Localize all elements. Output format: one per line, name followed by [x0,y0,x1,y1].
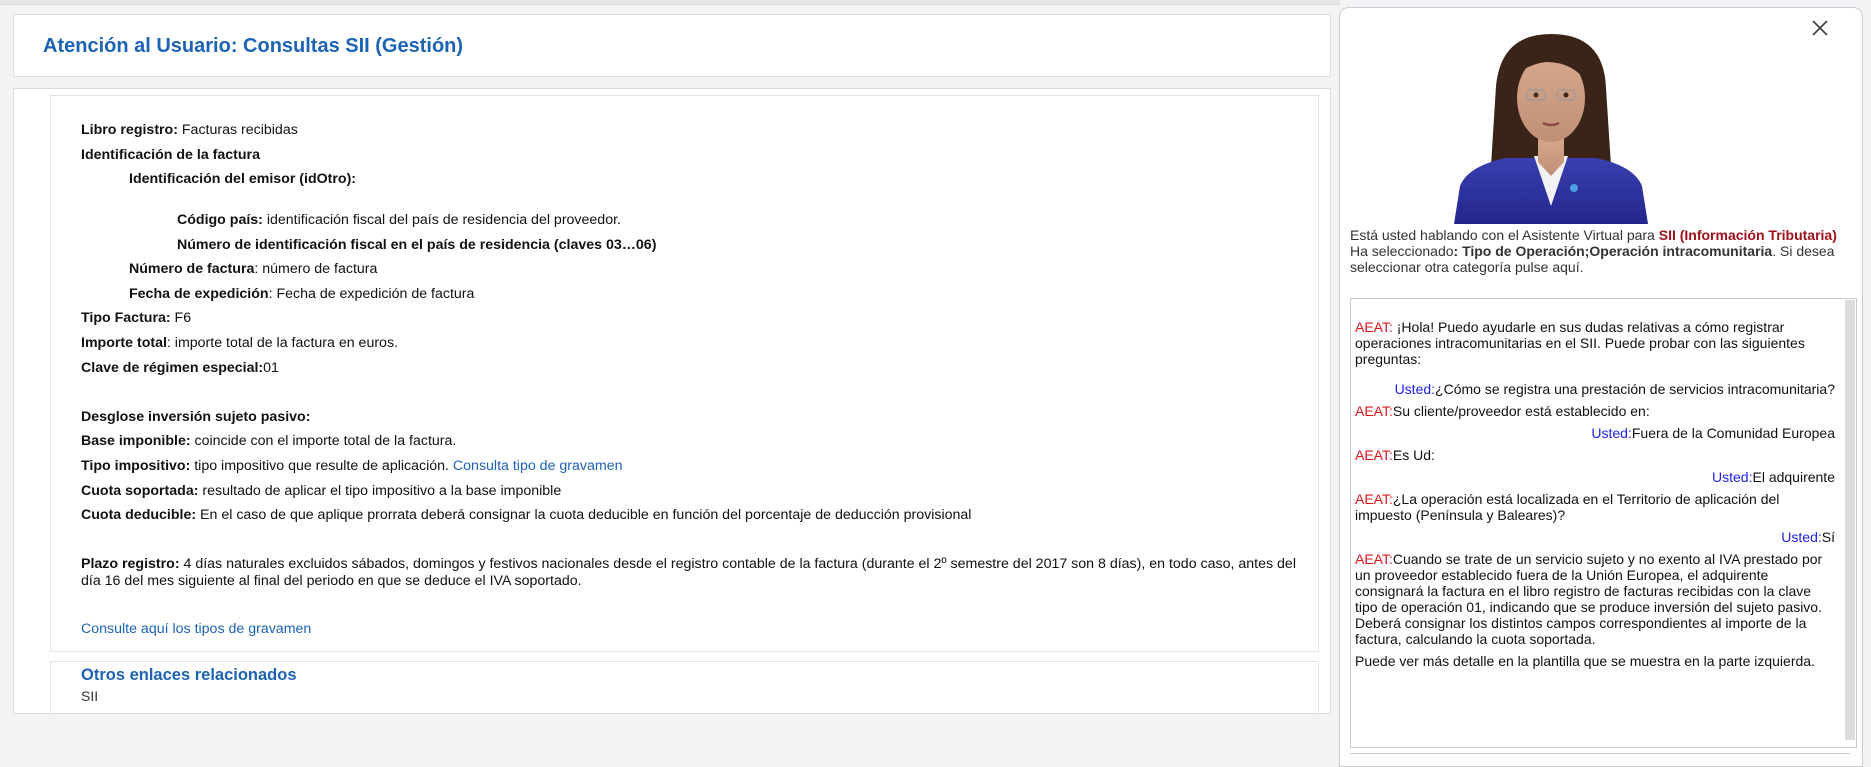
fecha-expedicion-row: Fecha de expedición: Fecha de expedición… [129,286,475,302]
clave-regimen-row: Clave de régimen especial:01 [81,360,279,376]
content-card: Libro registro: Facturas recibidas Ident… [13,88,1331,714]
chat-message-aeat: AEAT: ¡Hola! Puedo ayudarle en sus dudas… [1355,319,1805,367]
tipo-factura-row: Tipo Factura: F6 [81,310,192,326]
consulta-tipo-gravamen-link[interactable]: Consulta tipo de gravamen [453,458,623,474]
base-imponible-row: Base imponible: coincide con el importe … [81,433,457,449]
libro-registro-row: Libro registro: Facturas recibidas [81,122,298,138]
cuota-soportada-row: Cuota soportada: resultado de aplicar el… [81,483,562,499]
top-strip [0,0,1340,5]
chat-scrollbar[interactable] [1845,300,1855,740]
assistant-intro: Está usted hablando con el Asistente Vir… [1350,227,1837,275]
importe-total-row: Importe total: importe total de la factu… [81,335,398,351]
chat-message-user: Usted:Fuera de la Comunidad Europea [1591,425,1835,441]
virtual-assistant-panel: Está usted hablando con el Asistente Vir… [1339,7,1863,767]
chat-input-edge [1350,753,1850,758]
cuota-deducible-row: Cuota deducible: En el caso de que apliq… [81,507,972,523]
numero-factura-row: Número de factura: número de factura [129,261,378,277]
page-title: Atención al Usuario: Consultas SII (Gest… [43,35,464,57]
identificacion-emisor-row: Identificación del emisor (idOtro): [129,171,357,187]
assistant-avatar [1446,26,1656,224]
chat-message-aeat-detail: Puede ver más detalle en la plantilla qu… [1355,653,1815,669]
plazo-registro-row: Plazo registro: 4 días naturales excluid… [81,556,1296,589]
related-links-panel: Otros enlaces relacionados SII [50,661,1319,713]
numero-identificacion-row: Número de identificación fiscal en el pa… [177,237,657,253]
consulte-tipos-gravamen-link[interactable]: Consulte aquí los tipos de gravamen [81,621,311,638]
header-card: Atención al Usuario: Consultas SII (Gest… [13,14,1331,77]
invoice-detail-panel: Libro registro: Facturas recibidas Ident… [50,95,1319,652]
related-links-title: Otros enlaces relacionados [81,666,297,684]
close-icon[interactable] [1808,16,1832,40]
chat-transcript[interactable]: AEAT: ¡Hola! Puedo ayudarle en sus dudas… [1350,298,1857,748]
chat-message-aeat: AEAT:Cuando se trate de un servicio suje… [1355,551,1823,647]
tipo-impositivo-row: Tipo impositivo: tipo impositivo que res… [81,458,623,474]
chat-message-aeat: AEAT:Su cliente/proveedor está estableci… [1355,403,1650,419]
chat-message-user: Usted:El adquirente [1712,469,1835,485]
chat-message-aeat: AEAT:¿La operación está localizada en el… [1355,491,1780,523]
codigo-pais-row: Código país: identificación fiscal del p… [177,212,621,228]
sii-link[interactable]: SII [81,688,98,704]
chat-message-user[interactable]: Usted:¿Cómo se registra una prestación d… [1355,381,1835,397]
identificacion-factura-row: Identificación de la factura [81,147,260,163]
chat-message-user: Usted:Sí [1781,529,1835,545]
desglose-row: Desglose inversión sujeto pasivo: [81,409,311,425]
chat-message-aeat: AEAT:Es Ud: [1355,447,1435,463]
